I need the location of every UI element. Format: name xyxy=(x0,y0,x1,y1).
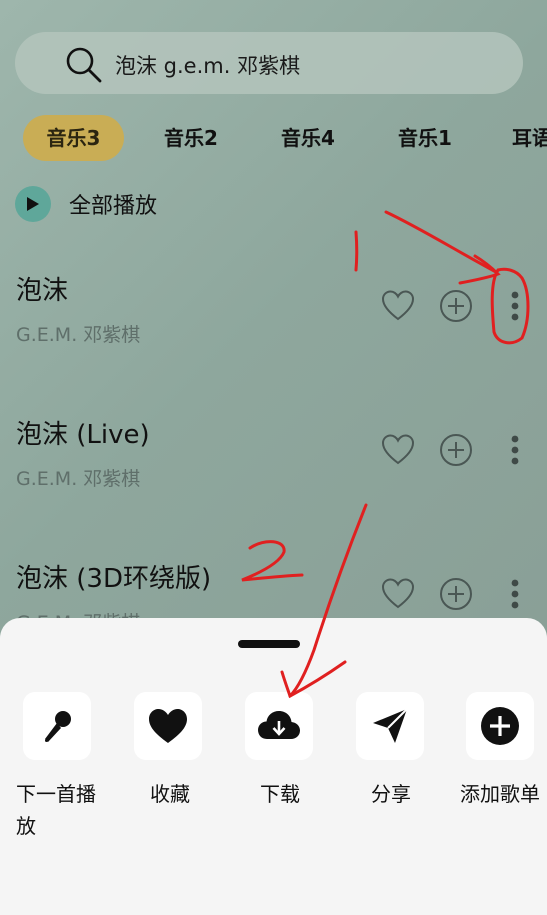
song-artist: G.E.M. 邓紫棋 xyxy=(16,324,141,346)
tab-music4[interactable]: 音乐4 xyxy=(267,115,349,161)
play-next-label: 下一首播放 xyxy=(16,782,96,838)
song-title: 泡沫 (3D环绕版) xyxy=(16,564,212,594)
favorite-label: 收藏 xyxy=(150,782,190,806)
screen: 泡沫 g.e.m. 邓紫棋 音乐3 音乐2 音乐4 音乐1 耳语 全部播放 泡沫… xyxy=(0,0,547,915)
more-options-icon[interactable] xyxy=(500,576,530,612)
song-artist: G.E.M. 邓紫棋 xyxy=(16,468,141,490)
more-options-icon[interactable] xyxy=(500,432,530,468)
play-icon xyxy=(15,186,51,222)
play-all-button[interactable]: 全部播放 xyxy=(15,186,157,222)
share-button[interactable]: 分享 xyxy=(356,692,426,806)
tab-music1[interactable]: 音乐1 xyxy=(384,115,466,161)
search-bar[interactable]: 泡沫 g.e.m. 邓紫棋 xyxy=(15,32,523,94)
search-icon xyxy=(66,47,102,83)
heart-icon xyxy=(149,709,187,743)
category-tabs: 音乐3 音乐2 音乐4 音乐1 耳语 xyxy=(0,115,547,161)
plus-circle-icon xyxy=(481,707,519,745)
song-row[interactable]: 泡沫 (Live) G.E.M. 邓紫棋 xyxy=(0,414,547,534)
add-circle-icon[interactable] xyxy=(438,576,474,612)
more-options-icon[interactable] xyxy=(500,288,530,324)
search-input[interactable]: 泡沫 g.e.m. 邓紫棋 xyxy=(115,50,300,80)
sheet-drag-handle[interactable] xyxy=(238,640,300,648)
heart-outline-icon[interactable] xyxy=(380,288,416,324)
song-title: 泡沫 xyxy=(16,276,69,306)
microphone-icon xyxy=(45,711,71,742)
tab-whisper[interactable]: 耳语 xyxy=(512,115,547,161)
action-bottom-sheet: 下一首播放 收藏 下载 分享 添加歌单 xyxy=(0,618,547,915)
heart-outline-icon[interactable] xyxy=(380,576,416,612)
add-circle-icon[interactable] xyxy=(438,288,474,324)
heart-outline-icon[interactable] xyxy=(380,432,416,468)
song-title: 泡沫 (Live) xyxy=(16,420,150,450)
play-all-label: 全部播放 xyxy=(69,194,158,219)
download-label: 下载 xyxy=(260,782,300,806)
share-label: 分享 xyxy=(371,782,411,806)
download-button[interactable]: 下载 xyxy=(245,692,315,806)
tab-music3[interactable]: 音乐3 xyxy=(23,115,124,161)
add-to-playlist-label: 添加歌单 xyxy=(460,782,540,806)
tab-music2[interactable]: 音乐2 xyxy=(150,115,232,161)
favorite-button[interactable]: 收藏 xyxy=(134,692,204,806)
song-row[interactable]: 泡沫 G.E.M. 邓紫棋 xyxy=(0,270,547,390)
play-next-button[interactable]: 下一首播放 xyxy=(16,692,96,838)
cloud-download-icon xyxy=(258,711,300,739)
paper-plane-icon xyxy=(373,708,408,743)
add-circle-icon[interactable] xyxy=(438,432,474,468)
add-to-playlist-button[interactable]: 添加歌单 xyxy=(460,692,540,806)
